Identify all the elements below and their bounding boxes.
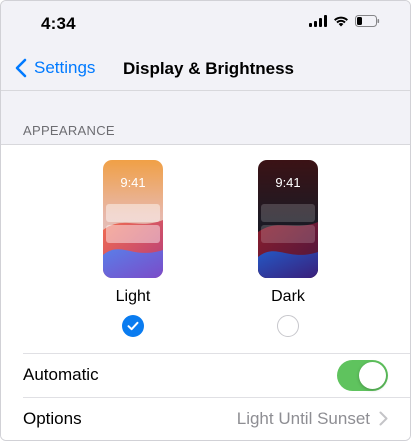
status-icons [309,15,380,27]
options-value: Light Until Sunset [236,409,370,428]
chevron-right-icon [379,411,388,426]
options-row[interactable]: Options Light Until Sunset [1,397,410,440]
light-preview-image[interactable]: 9:41 [103,160,163,278]
options-label: Options [23,409,82,428]
row-divider [23,397,410,398]
section-header: APPEARANCE [23,123,115,138]
light-label: Light [115,288,151,305]
checkmark-icon [127,321,139,331]
wifi-icon [333,15,349,27]
dark-preview-image[interactable]: 9:41 [258,160,318,278]
toggle-knob [359,362,386,389]
dark-preview-time: 9:41 [275,175,301,190]
appearance-section-header-area: APPEARANCE [1,91,410,145]
appearance-option-light[interactable]: 9:41 Light [98,160,168,337]
automatic-label: Automatic [23,365,99,384]
automatic-toggle[interactable] [337,360,388,391]
appearance-option-dark[interactable]: 9:41 Dark [253,160,323,337]
automatic-row: Automatic [1,353,410,397]
row-divider [23,353,410,354]
navigation-bar: Settings Display & Brightness [1,49,410,91]
light-radio-selected[interactable] [122,315,144,337]
status-time: 4:34 [41,14,76,33]
settings-screen: 4:34 Settings Display & Brightness APPEA… [0,0,411,441]
dark-label: Dark [271,288,305,305]
page-title: Display & Brightness [123,59,294,78]
dark-radio-unselected[interactable] [277,315,299,337]
signal-icon [309,15,327,27]
light-preview-time: 9:41 [120,175,146,190]
appearance-picker: 9:41 Light 9:41 Dark [1,146,410,352]
battery-icon [355,15,380,27]
status-bar: 4:34 [1,1,410,49]
